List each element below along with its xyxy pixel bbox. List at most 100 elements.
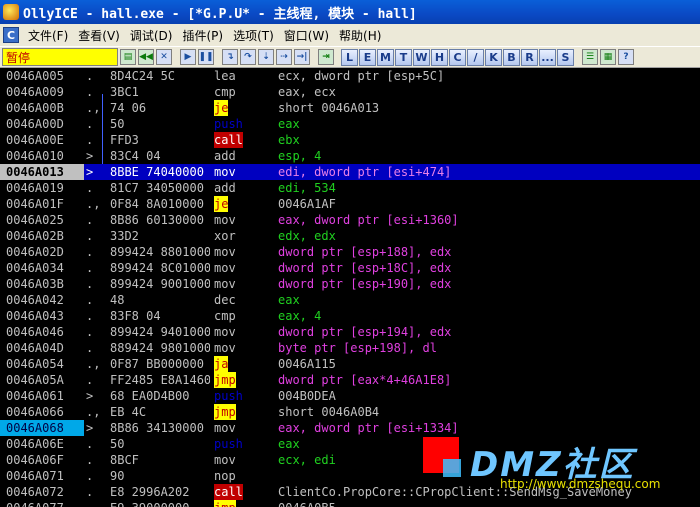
- title-bar[interactable]: OllyICE - hall.exe - [*G.P.U* - 主线程, 模块 …: [0, 0, 700, 24]
- disasm-row[interactable]: 0046A042. 48 dec eax: [0, 292, 700, 308]
- disasm-row[interactable]: 0046A01F., 0F84 8A010000 je 0046A1AF: [0, 196, 700, 212]
- restart-icon[interactable]: ◀◀: [138, 49, 154, 65]
- run-trace-button[interactable]: ...: [539, 48, 556, 66]
- patches-window-button[interactable]: /: [467, 48, 484, 66]
- help-icon[interactable]: ?: [618, 49, 634, 65]
- hex-bytes-cell: 899424 8C010000: [110, 261, 210, 275]
- flow-marker: .: [86, 69, 94, 83]
- disasm-row[interactable]: 0046A010 >83C4 04 add esp, 4: [0, 148, 700, 164]
- toolbar: 暂停 ▤ ◀◀ ✕ ▶ ❚❚ ↴ ↷ ⇣ ⇢ →| ⇥ L E M T W H …: [0, 46, 700, 68]
- disasm-row[interactable]: 0046A03B. 899424 90010000 mov dword ptr [es…: [0, 276, 700, 292]
- menu-plugins[interactable]: 插件(P): [177, 27, 228, 44]
- threads-window-button[interactable]: T: [395, 48, 412, 66]
- operands-cell: eax: [278, 437, 300, 451]
- disasm-row[interactable]: 0046A061 >68 EA0D4B00 push 004B0DEA: [0, 388, 700, 404]
- disasm-row[interactable]: 0046A04D. 889424 98010000 mov byte ptr [esp…: [0, 340, 700, 356]
- run-icon[interactable]: ▶: [180, 49, 196, 65]
- memory-window-button[interactable]: M: [377, 48, 394, 66]
- menu-view[interactable]: 查看(V): [73, 27, 125, 44]
- disasm-row[interactable]: 0046A068 >8B86 34130000 mov eax, dword ptr …: [0, 420, 700, 436]
- disasm-row[interactable]: 0046A00E. FFD3 call ebx: [0, 132, 700, 148]
- menu-debug[interactable]: 调试(D): [125, 27, 178, 44]
- operands-cell: eax, 4: [278, 309, 322, 323]
- operands-cell: 0046A115: [278, 357, 336, 371]
- breakpoints-window-button[interactable]: B: [503, 48, 520, 66]
- mnemonic-cell: nop: [214, 469, 236, 483]
- hex-bytes-cell: 3BC1: [110, 85, 139, 99]
- disasm-row[interactable]: 0046A009. 3BC1 cmp eax, ecx: [0, 84, 700, 100]
- disasm-row[interactable]: 0046A077.E9 39000000 jmp 0046A0B5: [0, 500, 700, 507]
- address-cell: 0046A025: [6, 213, 64, 227]
- mnemonic-cell: call: [214, 484, 243, 500]
- goto-icon[interactable]: ⇥: [318, 49, 334, 65]
- handles-window-button[interactable]: H: [431, 48, 448, 66]
- address-cell: 0046A010: [6, 149, 64, 163]
- mnemonic-cell: ja: [214, 356, 229, 372]
- flow-marker: .: [86, 133, 94, 147]
- flow-marker: .: [86, 373, 94, 387]
- close-icon[interactable]: ✕: [156, 49, 172, 65]
- disasm-row[interactable]: 0046A00D. 50 push eax: [0, 116, 700, 132]
- disasm-row[interactable]: 0046A02B. 33D2 xor edx, edx: [0, 228, 700, 244]
- open-icon[interactable]: ▤: [120, 49, 136, 65]
- address-cell: 0046A00E: [6, 133, 64, 147]
- watermark-blue-square: [443, 459, 461, 477]
- step-into-icon[interactable]: ↴: [222, 49, 238, 65]
- address-cell: 0046A042: [6, 293, 64, 307]
- disasm-row[interactable]: 0046A05A. FF2485 E8A14600 jmp dword ptr [ea…: [0, 372, 700, 388]
- hex-bytes-cell: 8B86 34130000: [110, 421, 204, 435]
- mnemonic-cell: cmp: [214, 85, 236, 99]
- trace-into-icon[interactable]: ⇣: [258, 49, 274, 65]
- disasm-row[interactable]: 0046A034. 899424 8C010000 mov dword ptr [es…: [0, 260, 700, 276]
- mnemonic-cell: add: [214, 181, 236, 195]
- mnemonic-cell: mov: [214, 325, 236, 339]
- trace-over-icon[interactable]: ⇢: [276, 49, 292, 65]
- references-window-button[interactable]: R: [521, 48, 538, 66]
- log-window-button[interactable]: L: [341, 48, 358, 66]
- mdi-child-icon[interactable]: C: [3, 27, 19, 43]
- flow-marker: .: [86, 229, 94, 243]
- disasm-row[interactable]: 0046A025. 8B86 60130000 mov eax, dword ptr …: [0, 212, 700, 228]
- grid-icon[interactable]: ▦: [600, 49, 616, 65]
- address-cell: 0046A043: [6, 309, 64, 323]
- disasm-row[interactable]: 0046A043. 83F8 04 cmp eax, 4: [0, 308, 700, 324]
- operands-cell: eax, dword ptr [esi+1334]: [278, 421, 459, 435]
- list-icon[interactable]: ☰: [582, 49, 598, 65]
- modules-window-button[interactable]: E: [359, 48, 376, 66]
- windows-window-button[interactable]: W: [413, 48, 430, 66]
- call-stack-button[interactable]: K: [485, 48, 502, 66]
- source-window-button[interactable]: S: [557, 48, 574, 66]
- disasm-row[interactable]: 0046A066., EB 4C jmp short 0046A0B4: [0, 404, 700, 420]
- address-cell: 0046A019: [6, 181, 64, 195]
- step-over-icon[interactable]: ↷: [240, 49, 256, 65]
- mnemonic-cell: jmp: [214, 372, 236, 388]
- menu-window[interactable]: 窗口(W): [279, 27, 334, 44]
- hex-bytes-cell: 8D4C24 5C: [110, 69, 176, 83]
- disasm-row[interactable]: 0046A00B., 74 06 je short 0046A013: [0, 100, 700, 116]
- address-cell: 0046A03B: [6, 277, 64, 291]
- hex-bytes-cell: FFD3: [110, 133, 139, 147]
- operands-cell: dword ptr [eax*4+46A1E8]: [278, 373, 452, 387]
- debug-status: 暂停: [2, 48, 118, 66]
- pause-icon[interactable]: ❚❚: [198, 49, 214, 65]
- disasm-row[interactable]: 0046A02D. 899424 88010000 mov dword ptr [es…: [0, 244, 700, 260]
- disasm-row[interactable]: 0046A054., 0F87 BB000000 ja 0046A115: [0, 356, 700, 372]
- flow-marker: .: [86, 325, 94, 339]
- flow-marker: .: [86, 213, 94, 227]
- hex-bytes-cell: 68 EA0D4B00: [110, 389, 190, 403]
- disasm-row[interactable]: 0046A046. 899424 94010000 mov dword ptr [es…: [0, 324, 700, 340]
- disasm-row[interactable]: 0046A019. 81C7 34050000 add edi, 534: [0, 180, 700, 196]
- flow-marker: .: [86, 309, 94, 323]
- address-cell: 0046A071: [6, 469, 64, 483]
- disasm-row[interactable]: 0046A013 >8BBE 74040000 mov edi, dword ptr …: [0, 164, 700, 180]
- execute-till-return-icon[interactable]: →|: [294, 49, 310, 65]
- address-cell: 0046A061: [6, 389, 64, 403]
- disasm-row[interactable]: 0046A005. 8D4C24 5C lea ecx, dword ptr [esp…: [0, 68, 700, 84]
- menu-file[interactable]: 文件(F): [23, 27, 73, 44]
- flow-marker: .: [86, 341, 94, 355]
- operands-cell: eax, dword ptr [esi+1360]: [278, 213, 459, 227]
- cpu-window-button[interactable]: C: [449, 48, 466, 66]
- menu-help[interactable]: 帮助(H): [334, 27, 386, 44]
- operands-cell: ecx, edi: [278, 453, 336, 467]
- menu-options[interactable]: 选项(T): [228, 27, 279, 44]
